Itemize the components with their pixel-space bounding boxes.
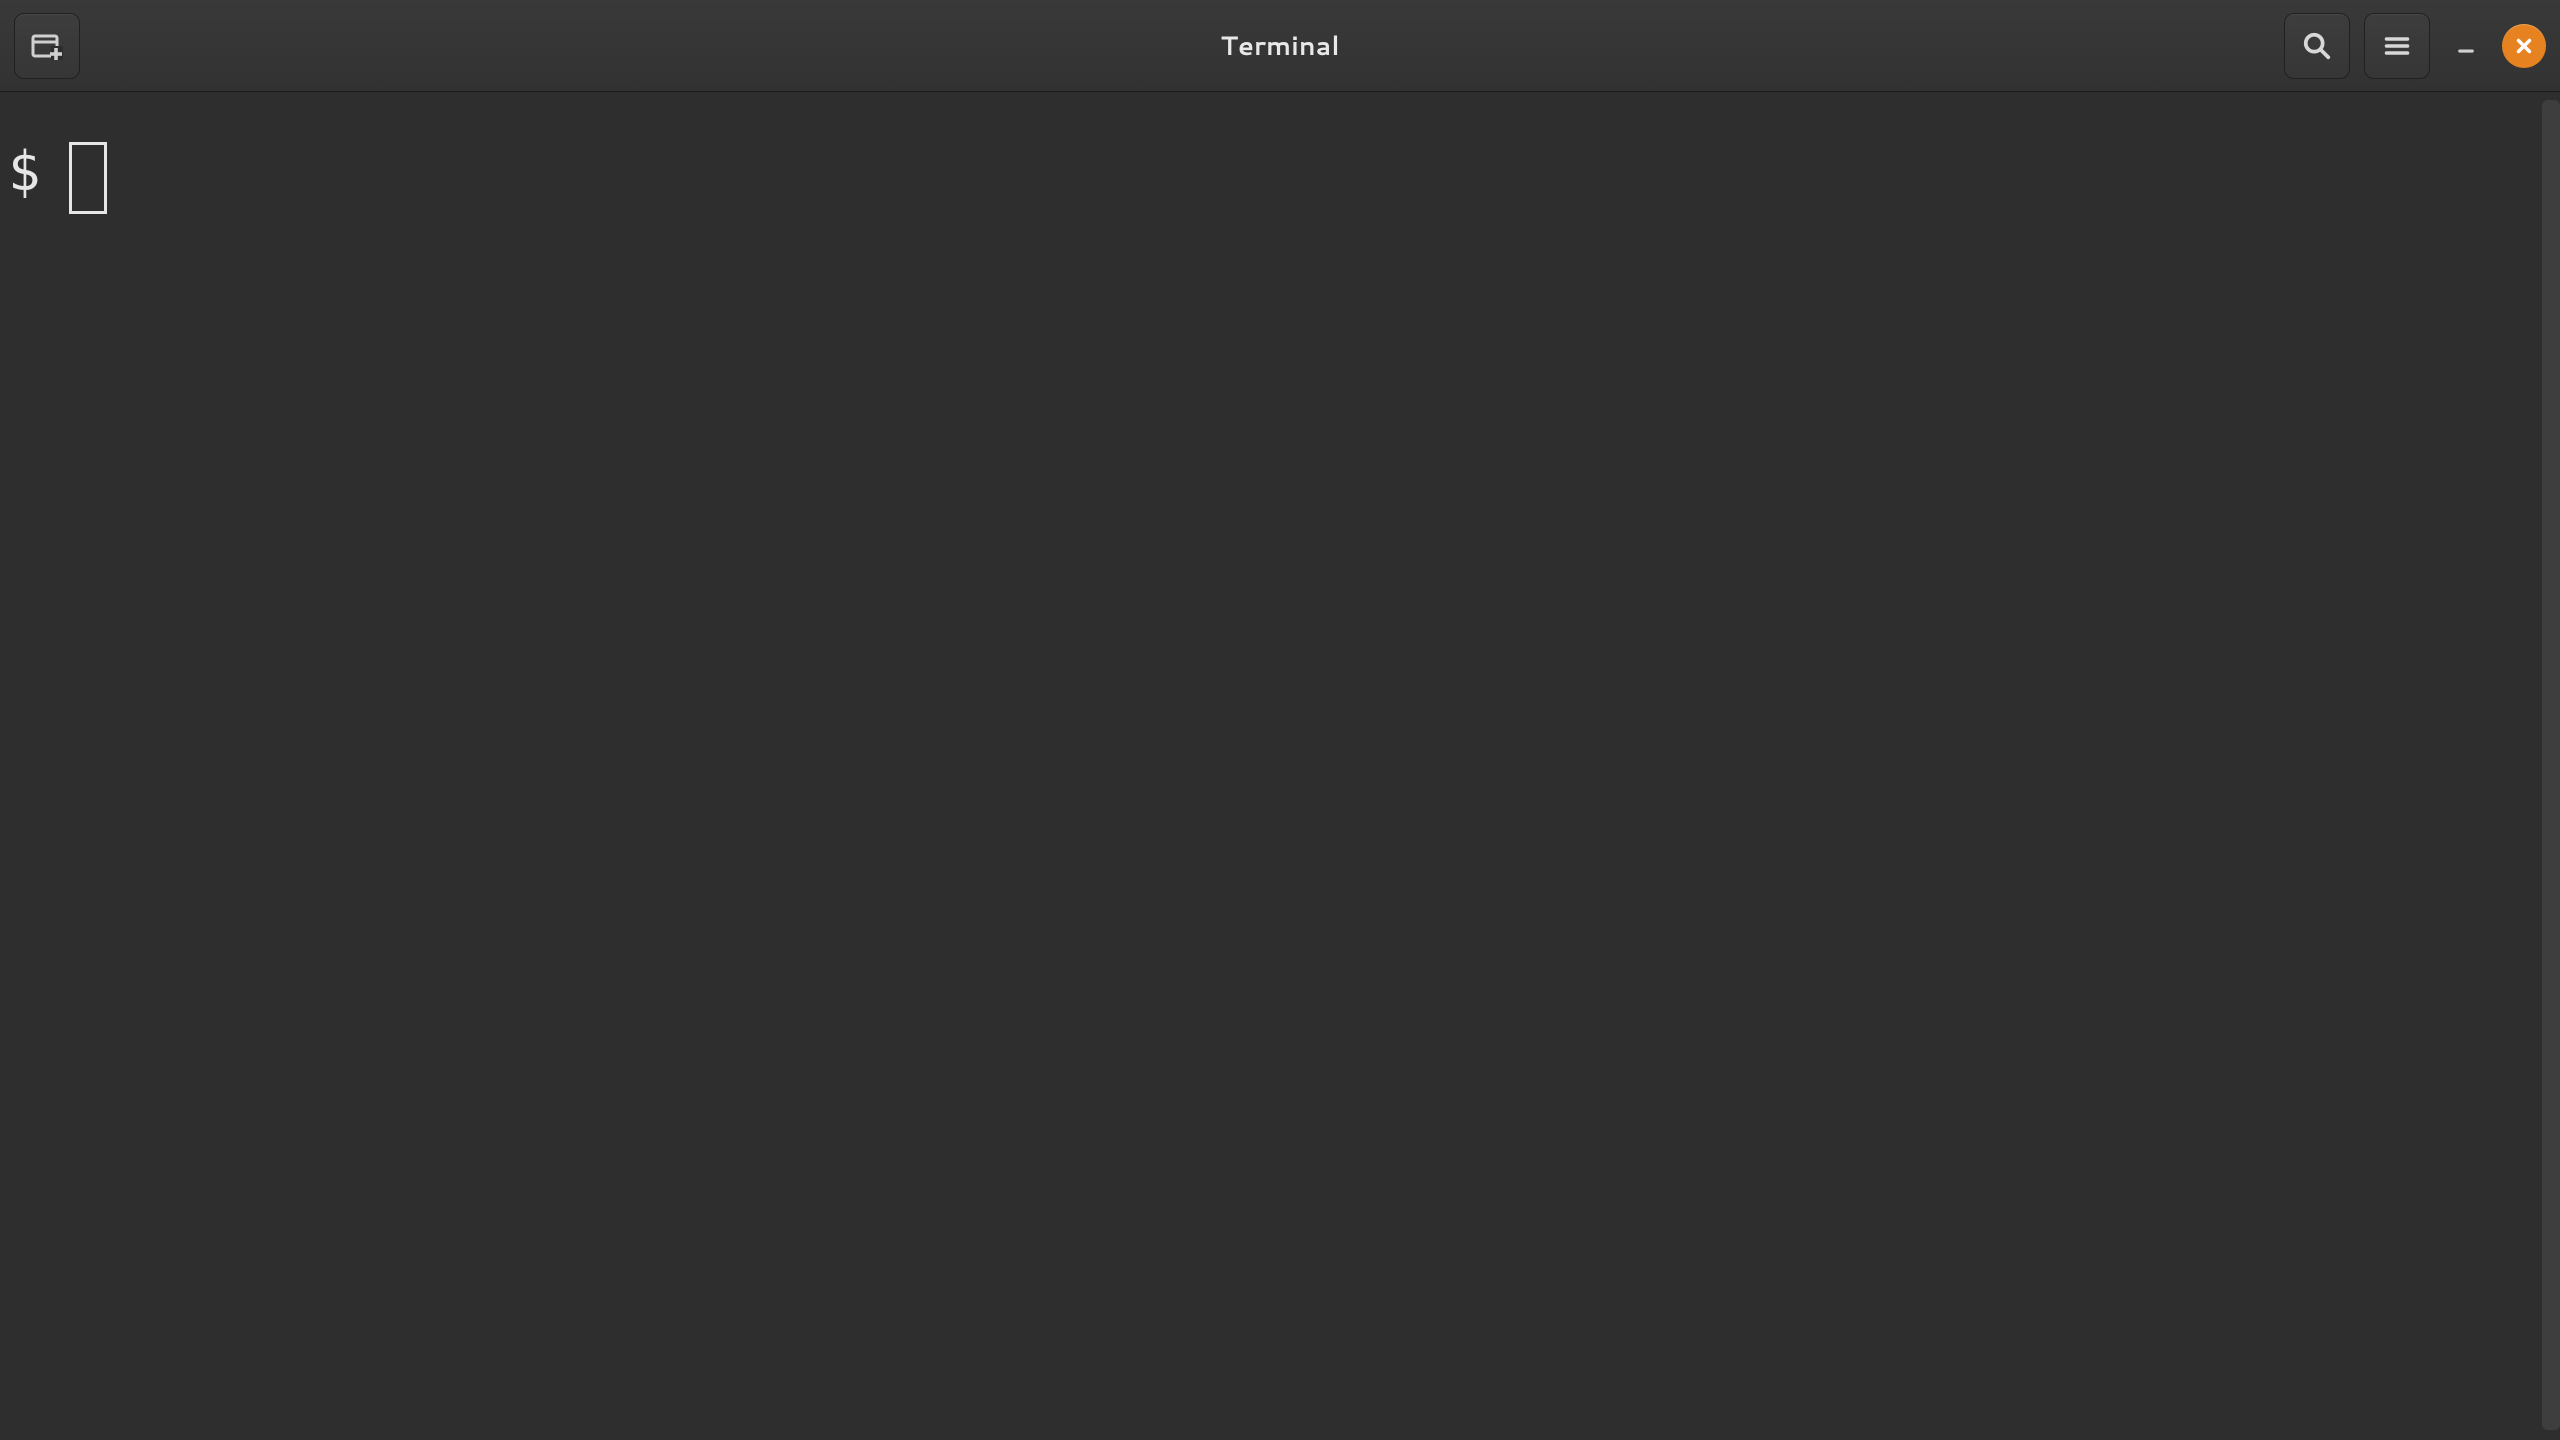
close-icon [2513,35,2535,57]
new-tab-button[interactable] [14,13,80,79]
minimize-button[interactable] [2444,24,2488,68]
hamburger-menu-button[interactable] [2364,13,2430,79]
headerbar-left [14,13,80,79]
window-title: Terminal [1220,28,1339,64]
hamburger-menu-icon [2383,32,2411,60]
terminal-prompt: $ [8,142,41,201]
minimize-icon [2456,36,2476,56]
search-icon [2302,31,2332,61]
close-button[interactable] [2502,24,2546,68]
vertical-scrollbar[interactable] [2542,100,2560,1430]
search-button[interactable] [2284,13,2350,79]
headerbar: Terminal [0,0,2560,92]
terminal-content-area[interactable]: $ [0,92,2560,1440]
headerbar-right [2284,13,2546,79]
new-tab-icon [31,30,63,62]
terminal-cursor [69,142,107,214]
